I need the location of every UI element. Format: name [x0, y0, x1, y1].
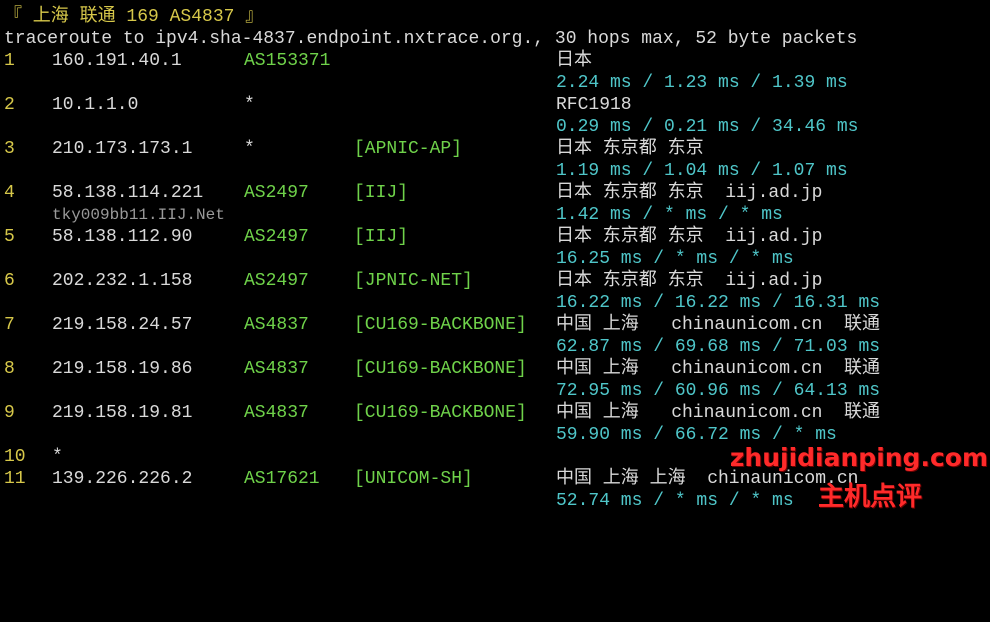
hop-rtt: 2.24 ms / 1.23 ms / 1.39 ms: [556, 73, 848, 93]
hop-ip: *: [52, 447, 63, 467]
hop-row: 10 *: [0, 446, 63, 468]
hop-ip: 202.232.1.158: [52, 271, 193, 291]
hop-network: [IIJ]: [354, 227, 409, 247]
hop-ip: 10.1.1.0: [52, 95, 139, 115]
hop-row: 7 219.158.24.57 AS4837 [CU169-BACKBONE] …: [0, 314, 880, 336]
hop-network: [CU169-BACKBONE]: [354, 403, 527, 423]
hop-number: 6: [4, 271, 15, 291]
hop-row: 9 219.158.19.81 AS4837 [CU169-BACKBONE] …: [0, 402, 880, 424]
hop-row: 3 210.173.173.1 * [APNIC-AP] 日本 东京都 东京: [0, 138, 704, 160]
hop-rtt-row: 62.87 ms / 69.68 ms / 71.03 ms: [0, 336, 880, 358]
hop-ip: 219.158.19.81: [52, 403, 193, 423]
hop-asn: AS2497: [244, 271, 309, 291]
command-line: traceroute to ipv4.sha-4837.endpoint.nxt…: [0, 28, 857, 50]
hop-number: 1: [4, 51, 15, 71]
hop-rtt-row: 72.95 ms / 60.96 ms / 64.13 ms: [0, 380, 880, 402]
hop-rtt-row: tky009bb11.IIJ.Net 1.42 ms / * ms / * ms: [0, 204, 783, 226]
hop-number: 5: [4, 227, 15, 247]
hop-geo: 中国 上海 chinaunicom.cn 联通: [556, 403, 881, 423]
hop-ip: 160.191.40.1: [52, 51, 182, 71]
hop-asn: *: [244, 95, 255, 115]
hop-asn: AS2497: [244, 227, 309, 247]
hop-geo: 中国 上海 chinaunicom.cn 联通: [556, 359, 881, 379]
hop-ip: 58.138.112.90: [52, 227, 193, 247]
hop-rtt: 62.87 ms / 69.68 ms / 71.03 ms: [556, 337, 881, 357]
hop-network: [JPNIC-NET]: [354, 271, 473, 291]
hop-rdns: tky009bb11.IIJ.Net: [52, 206, 225, 224]
terminal-window[interactable]: 『 上海 联通 169 AS4837 』 traceroute to ipv4.…: [0, 0, 990, 526]
hop-number: 8: [4, 359, 15, 379]
command-text: traceroute to ipv4.sha-4837.endpoint.nxt…: [4, 29, 858, 49]
hop-number: 9: [4, 403, 15, 423]
hop-geo: 日本 东京都 东京 iij.ad.jp: [556, 183, 823, 203]
hop-asn: AS4837: [244, 315, 309, 335]
hop-number: 7: [4, 315, 15, 335]
hop-rtt-row: 0.29 ms / 0.21 ms / 34.46 ms: [0, 116, 858, 138]
hop-number: 4: [4, 183, 15, 203]
hop-rtt: 1.19 ms / 1.04 ms / 1.07 ms: [556, 161, 848, 181]
hop-rtt: 72.95 ms / 60.96 ms / 64.13 ms: [556, 381, 881, 401]
hop-rtt: 16.22 ms / 16.22 ms / 16.31 ms: [556, 293, 881, 313]
hop-rtt-row: 1.19 ms / 1.04 ms / 1.07 ms: [0, 160, 848, 182]
hop-network: [CU169-BACKBONE]: [354, 315, 527, 335]
hop-geo: 日本 东京都 东京 iij.ad.jp: [556, 227, 823, 247]
hop-geo: 日本 东京都 东京 iij.ad.jp: [556, 271, 823, 291]
hop-rtt: 16.25 ms / * ms / * ms: [556, 249, 794, 269]
hop-network: [IIJ]: [354, 183, 409, 203]
hop-asn: AS4837: [244, 359, 309, 379]
hop-ip: 210.173.173.1: [52, 139, 193, 159]
hop-rtt-row: 52.74 ms / * ms / * ms: [0, 490, 794, 512]
hop-ip: 219.158.19.86: [52, 359, 193, 379]
hop-geo: 日本 东京都 东京: [556, 139, 704, 159]
hop-row: 8 219.158.19.86 AS4837 [CU169-BACKBONE] …: [0, 358, 880, 380]
hop-number: 11: [4, 469, 26, 489]
hop-rtt: 0.29 ms / 0.21 ms / 34.46 ms: [556, 117, 859, 137]
hop-row: 11 139.226.226.2 AS17621 [UNICOM-SH] 中国 …: [0, 468, 858, 490]
header-title-line: 『 上海 联通 169 AS4837 』: [0, 6, 263, 28]
hop-asn: AS17621: [244, 469, 320, 489]
hop-asn: AS2497: [244, 183, 309, 203]
hop-geo: 中国 上海 chinaunicom.cn 联通: [556, 315, 881, 335]
hop-rtt-row: 16.25 ms / * ms / * ms: [0, 248, 794, 270]
hop-number: 2: [4, 95, 15, 115]
watermark-site: zhujidianping.com: [729, 443, 988, 472]
hop-network: [APNIC-AP]: [354, 139, 463, 159]
hop-number: 10: [4, 447, 26, 467]
hop-rtt-row: 59.90 ms / 66.72 ms / * ms: [0, 424, 837, 446]
hop-row: 1 160.191.40.1 AS153371 日本: [0, 50, 592, 72]
hop-geo: 日本: [556, 51, 592, 71]
hop-rtt-row: 16.22 ms / 16.22 ms / 16.31 ms: [0, 292, 880, 314]
hop-ip: 139.226.226.2: [52, 469, 193, 489]
hop-rtt: 52.74 ms / * ms / * ms: [556, 491, 794, 511]
hop-network: [UNICOM-SH]: [354, 469, 473, 489]
hop-row: 2 10.1.1.0 * RFC1918: [0, 94, 632, 116]
hop-ip: 219.158.24.57: [52, 315, 193, 335]
hop-rtt-row: 2.24 ms / 1.23 ms / 1.39 ms: [0, 72, 848, 94]
hop-row: 4 58.138.114.221 AS2497 [IIJ] 日本 东京都 东京 …: [0, 182, 822, 204]
hop-asn: AS4837: [244, 403, 309, 423]
hop-geo: RFC1918: [556, 95, 632, 115]
hop-number: 3: [4, 139, 15, 159]
hop-row: 5 58.138.112.90 AS2497 [IIJ] 日本 东京都 东京 i…: [0, 226, 822, 248]
hop-asn: AS153371: [244, 51, 331, 71]
header-title: 『 上海 联通 169 AS4837 』: [4, 7, 264, 27]
watermark-brand: 主机点评: [818, 482, 923, 512]
hop-rtt: 1.42 ms / * ms / * ms: [556, 205, 783, 225]
hop-network: [CU169-BACKBONE]: [354, 359, 527, 379]
hop-asn: *: [244, 139, 255, 159]
hop-row: 6 202.232.1.158 AS2497 [JPNIC-NET] 日本 东京…: [0, 270, 822, 292]
hop-ip: 58.138.114.221: [52, 183, 204, 203]
